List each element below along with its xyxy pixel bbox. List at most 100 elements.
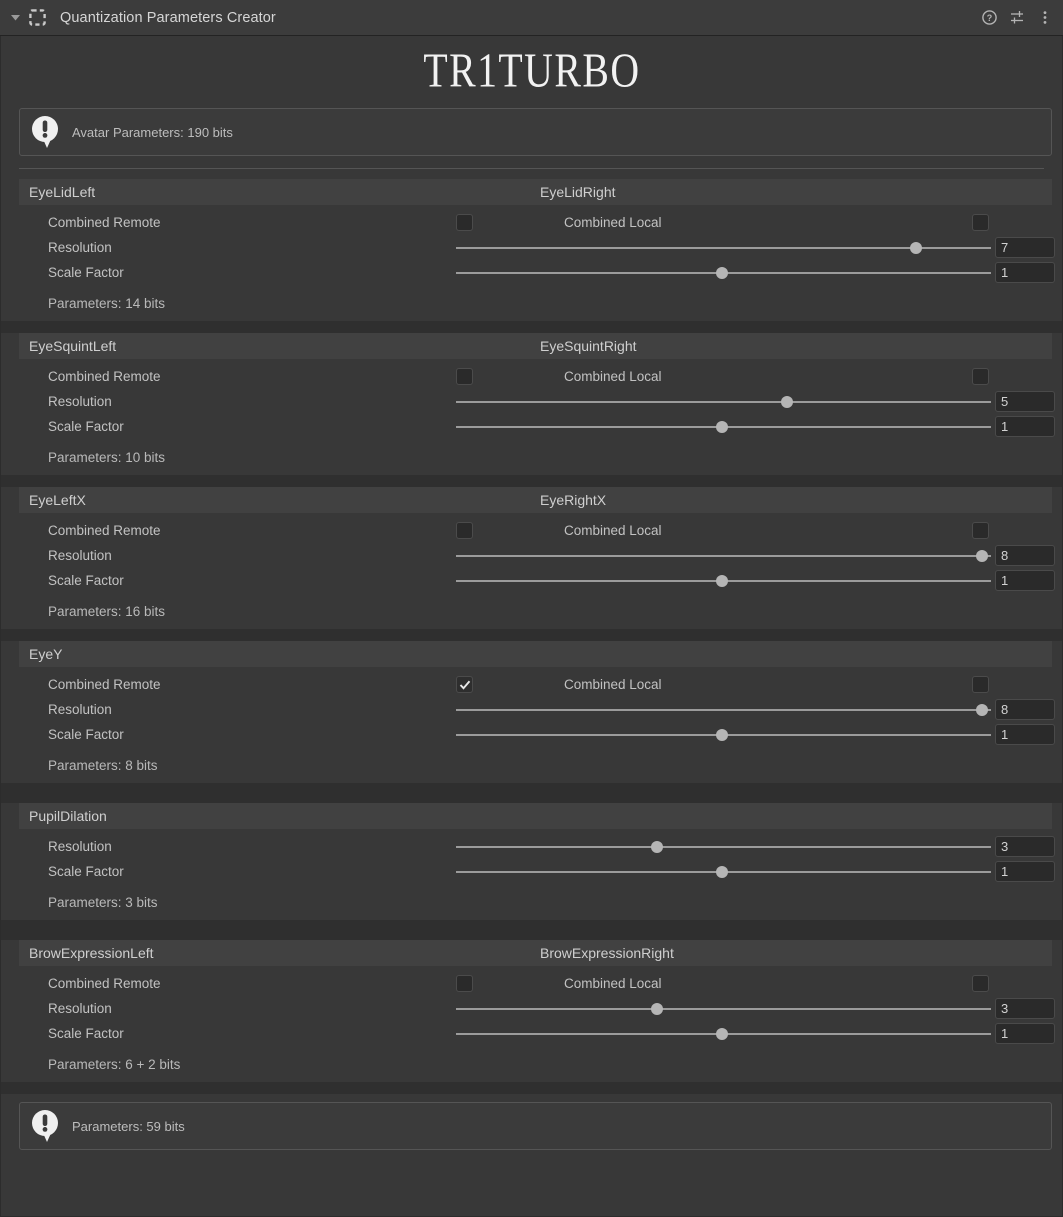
scale-factor-value-field[interactable]: 1 [995,570,1055,591]
section-title-right: EyeRightX [540,492,607,508]
scale-factor-value-field[interactable]: 1 [995,724,1055,745]
scale-factor-slider[interactable] [456,1024,991,1044]
scale-factor-label: Scale Factor [48,265,124,280]
combined-local-checkbox[interactable] [972,522,989,539]
scale-factor-value-field[interactable]: 1 [995,1023,1055,1044]
scale-factor-label: Scale Factor [48,727,124,742]
resolution-value-field[interactable]: 8 [995,699,1055,720]
kebab-menu-icon[interactable] [1037,10,1053,26]
combined-local-checkbox[interactable] [972,214,989,231]
combined-row: Combined Remote Combined Local [1,518,1062,543]
slider-handle[interactable] [715,1027,728,1040]
combined-local-label: Combined Local [564,215,662,230]
scale-factor-slider[interactable] [456,263,991,283]
scale-factor-slider[interactable] [456,862,991,882]
resolution-label: Resolution [48,839,112,854]
resolution-value-field[interactable]: 7 [995,237,1055,258]
combined-local-checkbox[interactable] [972,368,989,385]
combined-local-checkbox[interactable] [972,975,989,992]
section-spacer [1,475,1062,487]
slider-handle[interactable] [715,420,728,433]
slider-handle[interactable] [715,865,728,878]
scale-factor-label: Scale Factor [48,1026,124,1041]
resolution-value-field[interactable]: 8 [995,545,1055,566]
resolution-slider[interactable] [456,238,991,258]
slider-handle[interactable] [975,549,988,562]
section-title-right: EyeLidRight [540,184,616,200]
svg-text:?: ? [986,13,992,23]
section-header: EyeLidLeft EyeLidRight [19,179,1052,205]
combined-remote-checkbox[interactable] [456,522,473,539]
resolution-slider[interactable] [456,546,991,566]
section-eyesquintleft: EyeSquintLeft EyeSquintRight Combined Remo… [1,333,1062,475]
resolution-row: Resolution 3 [1,834,1062,859]
slider-handle[interactable] [781,395,794,408]
header-icon-group: ? [981,10,1053,26]
slider-handle[interactable] [715,574,728,587]
avatar-parameters-text: Avatar Parameters: 190 bits [72,124,233,140]
inspector-body: TR1TURBO Avatar Parameters: 190 bits Eye… [0,36,1063,1217]
resolution-row: Resolution 3 [1,996,1062,1021]
scale-factor-row: Scale Factor 1 [1,859,1062,884]
combined-remote-label: Combined Remote [48,523,161,538]
preset-icon[interactable] [1009,10,1025,26]
scale-factor-value-field[interactable]: 1 [995,861,1055,882]
section-body: Combined Remote Combined Local Resolution 5… [1,359,1062,475]
slider-handle[interactable] [910,241,923,254]
combined-remote-label: Combined Remote [48,976,161,991]
section-browexpressionleft: BrowExpressionLeft BrowExpressionRight Com… [1,940,1062,1082]
section-parameters-text: Parameters: 3 bits [48,895,158,910]
section-eyeleftx: EyeLeftX EyeRightX Combined Remote Combined… [1,487,1062,629]
resolution-value-field[interactable]: 3 [995,836,1055,857]
combined-row: Combined Remote Combined Local [1,672,1062,697]
section-parameters-text: Parameters: 6 + 2 bits [48,1057,181,1072]
scale-factor-label: Scale Factor [48,419,124,434]
section-title-right: BrowExpressionRight [540,945,674,961]
resolution-value-field[interactable]: 3 [995,998,1055,1019]
resolution-slider[interactable] [456,392,991,412]
scale-factor-slider[interactable] [456,571,991,591]
section-body: Combined Remote Combined Local Resolution 7… [1,205,1062,321]
brand-logo: TR1TURBO [1,36,1062,104]
section-parameters-text: Parameters: 8 bits [48,758,158,773]
slider-handle[interactable] [975,703,988,716]
scale-factor-label: Scale Factor [48,864,124,879]
help-icon[interactable]: ? [981,10,997,26]
resolution-slider[interactable] [456,999,991,1019]
scale-factor-slider[interactable] [456,725,991,745]
resolution-slider[interactable] [456,700,991,720]
section-pupildilation: PupilDilation Resolution 3 Scale Factor 1 Par… [1,803,1062,920]
divider [19,168,1044,169]
section-body: Resolution 3 Scale Factor 1 Parameters: 3 bi… [1,829,1062,920]
total-parameters-infobox: Parameters: 59 bits [19,1102,1052,1150]
resolution-value-field[interactable]: 5 [995,391,1055,412]
resolution-slider[interactable] [456,837,991,857]
section-body: Combined Remote Combined Local Resolution 8… [1,667,1062,783]
scale-factor-value-field[interactable]: 1 [995,416,1055,437]
combined-row: Combined Remote Combined Local [1,971,1062,996]
section-title-left: EyeLidLeft [29,184,96,200]
scale-factor-row: Scale Factor 1 [1,1021,1062,1046]
slider-handle[interactable] [651,1002,664,1015]
combined-remote-checkbox[interactable] [456,368,473,385]
combined-remote-checkbox[interactable] [456,676,473,693]
combined-local-checkbox[interactable] [972,676,989,693]
combined-remote-checkbox[interactable] [456,975,473,992]
section-title-left: EyeSquintLeft [29,338,117,354]
scale-factor-value-field[interactable]: 1 [995,262,1055,283]
section-parameters-text: Parameters: 10 bits [48,450,166,465]
scale-factor-slider[interactable] [456,417,991,437]
inspector-panel: Quantization Parameters Creator ? TR1TUR… [0,0,1063,1217]
slider-handle[interactable] [651,840,664,853]
scale-factor-row: Scale Factor 1 [1,414,1062,439]
slider-handle[interactable] [715,728,728,741]
combined-remote-label: Combined Remote [48,677,161,692]
section-eyelidleft: EyeLidLeft EyeLidRight Combined Remote Comb… [1,179,1062,321]
section-title-left: BrowExpressionLeft [29,945,154,961]
scale-factor-row: Scale Factor 1 [1,722,1062,747]
avatar-parameters-infobox: Avatar Parameters: 190 bits [19,108,1052,156]
combined-remote-checkbox[interactable] [456,214,473,231]
section-header: EyeSquintLeft EyeSquintRight [19,333,1052,359]
chevron-down-icon[interactable] [8,11,22,25]
slider-handle[interactable] [715,266,728,279]
